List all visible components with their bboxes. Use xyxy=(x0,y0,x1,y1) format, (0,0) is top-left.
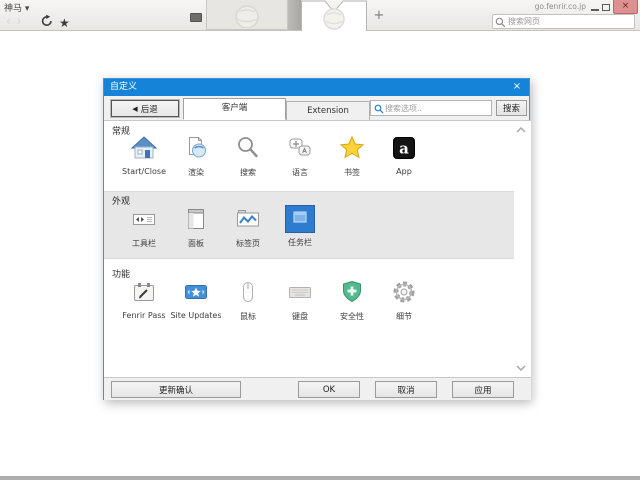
category-item-start-close[interactable]: Start/Close xyxy=(118,134,170,176)
category-item-fenrir-pass[interactable]: Fenrir Pass xyxy=(118,278,170,320)
category-label: 语言 xyxy=(274,167,326,178)
dialog-content: 常规 Start/Close xyxy=(104,120,531,378)
category-item-language[interactable]: 语言 xyxy=(274,134,326,178)
category-label: 书签 xyxy=(326,167,378,178)
bookmark-star-icon xyxy=(337,134,367,162)
category-item-mouse[interactable]: 鼠标 xyxy=(222,278,274,322)
gear-icon xyxy=(389,278,419,306)
app-menu-button[interactable]: 神马 ▾ xyxy=(4,1,29,14)
fenrir-pass-icon xyxy=(129,278,159,306)
web-search-box[interactable] xyxy=(492,14,635,29)
chevron-down-icon: ▾ xyxy=(25,4,30,14)
panel-icon xyxy=(181,205,211,233)
globe-icon xyxy=(207,0,287,28)
category-item-tab-page[interactable]: 标签页 xyxy=(222,205,274,249)
category-label: Fenrir Pass xyxy=(118,311,170,320)
category-label: 任务栏 xyxy=(274,237,326,248)
star-icon: ★ xyxy=(59,16,70,30)
category-item-keyboard[interactable]: 键盘 xyxy=(274,278,326,322)
render-engine-icon xyxy=(181,134,211,162)
language-icon xyxy=(285,134,315,162)
ok-button[interactable]: OK xyxy=(298,381,360,398)
category-item-panel[interactable]: 面板 xyxy=(170,205,222,249)
category-item-search[interactable]: 搜索 xyxy=(222,134,274,178)
close-window-button[interactable]: × xyxy=(613,0,638,14)
customize-dialog: 自定义 × ◀ 后退 客户端 Extension 搜索 xyxy=(103,78,530,400)
category-item-render[interactable]: 渲染 xyxy=(170,134,222,178)
cancel-button[interactable]: 取消 xyxy=(375,381,437,398)
category-label: 安全性 xyxy=(326,311,378,322)
keyboard-icon xyxy=(285,278,315,306)
category-item-taskbar-selected[interactable]: 任务栏 xyxy=(274,205,326,248)
apply-button[interactable]: 应用 xyxy=(452,381,514,398)
category-label: 搜索 xyxy=(222,167,274,178)
toolbar-icon xyxy=(129,205,159,233)
category-label: Site Updates xyxy=(170,311,222,320)
browser-tab-inactive[interactable] xyxy=(206,0,288,30)
scroll-down-button[interactable] xyxy=(515,364,527,372)
browser-tab-active[interactable] xyxy=(301,0,367,31)
category-item-app[interactable]: a App xyxy=(378,134,430,176)
option-search-input[interactable] xyxy=(385,101,489,115)
refresh-button[interactable] xyxy=(40,13,56,29)
tab-page-icon xyxy=(233,205,263,233)
status-bar-strip xyxy=(0,476,640,480)
category-label: Start/Close xyxy=(118,167,170,176)
category-item-site-updates[interactable]: Site Updates xyxy=(170,278,222,320)
new-tab-button[interactable]: + xyxy=(371,8,387,24)
category-label: 键盘 xyxy=(274,311,326,322)
bookmark-button[interactable]: ★ xyxy=(59,12,75,28)
maximize-button[interactable] xyxy=(602,4,610,11)
dialog-footer: 更新确认 OK 取消 应用 xyxy=(104,378,531,400)
update-check-button[interactable]: 更新确认 xyxy=(111,381,241,398)
option-search-box[interactable] xyxy=(370,100,492,116)
close-icon: × xyxy=(622,1,630,11)
close-icon: × xyxy=(513,81,521,92)
back-button[interactable]: ◀ 后退 xyxy=(111,100,179,117)
security-shield-icon xyxy=(337,278,367,306)
search-icon xyxy=(495,17,506,28)
category-item-details[interactable]: 细节 xyxy=(378,278,430,322)
tab-client[interactable]: 客户端 xyxy=(183,98,286,120)
screen: 神马 ▾ ‹› ★ xyxy=(0,0,640,480)
category-label: App xyxy=(378,167,430,176)
category-item-toolbar[interactable]: 工具栏 xyxy=(118,205,170,249)
category-label: 渲染 xyxy=(170,167,222,178)
search-button[interactable]: 搜索 xyxy=(496,100,527,116)
globe-icon xyxy=(324,9,344,29)
search-icon xyxy=(374,104,384,114)
category-label: 标签页 xyxy=(222,238,274,249)
search-icon xyxy=(233,134,263,162)
category-item-bookmarks[interactable]: 书签 xyxy=(326,134,378,178)
back-forward-buttons-disabled[interactable]: ‹› xyxy=(6,14,28,28)
back-button-label: 后退 xyxy=(141,103,158,115)
web-search-input[interactable] xyxy=(508,15,632,28)
home-icon xyxy=(129,134,159,162)
browser-chrome: 神马 ▾ ‹› ★ xyxy=(0,0,640,31)
category-item-security[interactable]: 安全性 xyxy=(326,278,378,322)
app-menu-label: 神马 xyxy=(4,4,22,14)
category-label: 工具栏 xyxy=(118,238,170,249)
site-updates-icon xyxy=(181,278,211,306)
tab-extension[interactable]: Extension xyxy=(286,101,370,120)
dialog-title: 自定义 xyxy=(110,82,137,92)
category-label: 鼠标 xyxy=(222,311,274,322)
tab-separator xyxy=(288,0,301,30)
window-title-url: go.fenrir.co.jp xyxy=(498,2,586,11)
tab-panel-toggle-icon[interactable] xyxy=(190,13,202,22)
dialog-close-button[interactable]: × xyxy=(510,79,524,96)
category-label: 细节 xyxy=(378,311,430,322)
dialog-toolbar: ◀ 后退 客户端 Extension 搜索 xyxy=(104,96,529,120)
mouse-icon xyxy=(233,278,263,306)
category-label: 面板 xyxy=(170,238,222,249)
svg-text:a: a xyxy=(399,140,409,158)
minimize-button[interactable] xyxy=(591,9,599,11)
scroll-up-button[interactable] xyxy=(515,126,527,134)
refresh-icon xyxy=(40,14,54,28)
app-icon: a xyxy=(389,134,419,162)
taskbar-icon xyxy=(285,205,315,233)
back-arrow-icon: ◀ xyxy=(132,105,137,113)
dialog-titlebar[interactable]: 自定义 × xyxy=(104,79,529,96)
